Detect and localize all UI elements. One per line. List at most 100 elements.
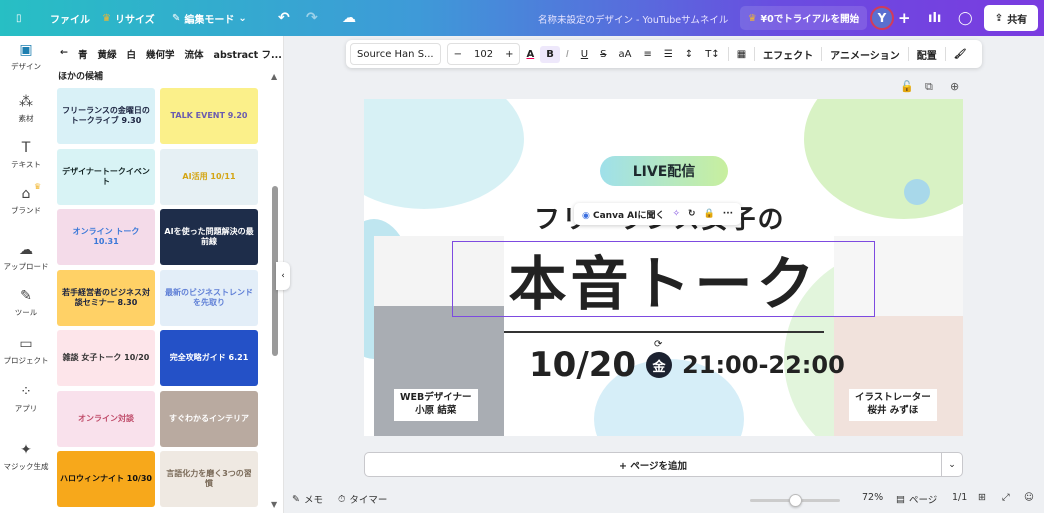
cloud-save-icon[interactable]: ☁ [342,0,356,36]
scroll-up-icon[interactable]: ▲ [271,72,277,81]
template-thumbnail[interactable]: TALK EVENT 9.20 [160,88,258,144]
divider [754,47,756,61]
add-page-dropdown[interactable]: ⌄ [941,452,963,477]
vertical-text-icon[interactable]: T↕ [699,49,726,60]
template-thumbnail[interactable]: オンライン トーク 10.31 [57,209,155,265]
assistant-icon[interactable]: ☺ [1024,492,1034,503]
more-icon[interactable]: ··· [723,209,733,219]
template-thumbnail[interactable]: デザイナートークイベント [57,148,155,205]
chip[interactable]: 幾何学 [146,47,175,61]
back-arrow-icon[interactable]: ← [60,47,68,61]
template-thumbnail[interactable]: 完全攻略ガイド 6.21 [160,330,258,386]
magic-wand-icon[interactable]: ✧ [672,209,680,219]
template-thumbnail[interactable]: 言語化力を磨く3つの習慣 [160,451,258,507]
chip[interactable]: 白 [127,47,137,61]
lock-icon[interactable]: 🔒 [704,209,715,219]
comment-icon[interactable]: ◯ [958,0,973,36]
italic-icon[interactable]: I [560,49,575,60]
document-title[interactable]: 名称未設定のデザイン - YouTubeサムネイル [538,12,728,26]
zoom-slider[interactable] [750,494,840,507]
apps-icon: ⁘ [20,384,32,400]
case-icon[interactable]: aA [612,49,637,60]
trial-button[interactable]: ♛ ¥0でトライアルを開始 [740,6,868,30]
notes-icon: ✎ [292,493,300,505]
text-color-icon[interactable]: A [520,49,540,60]
chip[interactable]: 黄緑 [97,47,116,61]
rail-item-folder[interactable]: ▭ プロジェクト [0,336,52,366]
lock-icon[interactable]: 🔓 [900,80,914,93]
duplicate-icon[interactable]: ⧉ [925,80,933,94]
rail-item-design[interactable]: ▣ デザイン [0,42,52,72]
position-button[interactable]: 配置 [911,47,943,62]
chip[interactable]: 青 [78,47,88,61]
share-button[interactable]: ⇪ 共有 [984,5,1038,31]
canva-ai-label: Canva AIに聞く [593,210,665,221]
rail-item-apps[interactable]: ⁘ アプリ [0,384,52,414]
transparency-icon[interactable]: ▦ [731,49,752,60]
canva-ai-button[interactable]: ◉ Canva AIに聞く [582,208,664,221]
underline-icon[interactable]: U [575,49,594,60]
avatar[interactable]: Y [870,6,894,30]
rail-item-elements[interactable]: ⁂ 素材 [0,94,52,124]
add-page-button[interactable]: + ページを追加 [364,452,942,477]
scroll-down-icon[interactable]: ▼ [271,500,277,509]
live-badge[interactable]: LIVE配信 [600,156,728,186]
rail-label: デザイン [11,62,41,71]
strikethrough-icon[interactable]: S [594,49,612,60]
right-person-label[interactable]: イラストレーター 桜井 みずほ [849,389,937,421]
pages-button[interactable]: ▤ ページ [896,492,937,507]
rail-item-tools[interactable]: ✎ ツール [0,288,52,318]
main-title-text[interactable]: 本音トーク [452,241,875,318]
file-menu[interactable]: ファイル [50,0,90,36]
template-thumbnail[interactable]: 若手経営者のビジネス対談セミナー 8.30 [57,269,155,326]
template-thumbnail[interactable]: すぐわかるインテリア [160,390,258,447]
redo-icon[interactable]: ↷ [306,0,318,36]
template-thumbnail[interactable]: AI活用 10/11 [160,148,258,205]
paint-format-icon[interactable]: 🖌 [948,49,973,60]
font-size-stepper[interactable]: − 102 + [446,43,521,65]
align-icon[interactable]: ≡ [637,49,657,60]
undo-icon[interactable]: ↶ [278,0,290,36]
grid-view-icon[interactable]: ⊞ [978,492,986,503]
template-thumbnail[interactable]: AIを使った問題解決の最前線 [160,209,258,265]
notes-button[interactable]: ✎ メモ [292,492,323,507]
add-collaborator-icon[interactable]: + [898,0,911,36]
design-icon: ▣ [19,42,33,58]
edit-mode-dropdown[interactable]: ✎ 編集モード ⌄ [172,0,247,36]
zoom-slider-knob[interactable] [789,494,802,507]
rail-item-upload[interactable]: ☁ アップロード [0,242,52,272]
fullscreen-icon[interactable]: ⤢ [1002,492,1010,503]
template-thumbnail[interactable]: オンライン対談 [57,390,155,447]
animation-button[interactable]: アニメーション [824,47,906,62]
rail-item-text[interactable]: T テキスト [0,140,52,170]
spacing-icon[interactable]: ↕ [679,49,699,60]
timer-button[interactable]: ⏱ タイマー [338,492,387,507]
decrease-size-button[interactable]: − [448,49,468,60]
template-thumbnail[interactable]: フリーランスの金曜日のトークライブ 9.30 [57,88,155,144]
crown-icon: ♛ [34,182,42,191]
sidebar-toggle-icon[interactable]: ▯ [16,0,22,36]
rail-label: アップロード [3,262,49,271]
zoom-value[interactable]: 72% [862,492,883,503]
analytics-icon[interactable]: ılı [928,0,941,36]
template-thumbnail[interactable]: ハロウィンナイト 10/30 [57,451,155,507]
template-thumbnail[interactable]: 最新のビジネストレンドを先取り [160,269,258,326]
list-icon[interactable]: ☰ [658,49,679,60]
chip[interactable]: abstract フ... [214,47,282,61]
collapse-panel-button[interactable]: ‹ [276,262,290,290]
font-size-value[interactable]: 102 [468,49,499,60]
left-person-label[interactable]: WEBデザイナー 小原 結菜 [394,389,478,421]
increase-size-button[interactable]: + [499,49,519,60]
bold-icon[interactable]: B [540,45,560,63]
add-page-icon[interactable]: ⊕ [950,80,959,93]
rail-item-brand[interactable]: ⌂ ブランド ♛ [0,182,52,216]
chip[interactable]: 流体 [185,47,204,61]
resize-button[interactable]: ♛ リサイズ [102,0,155,36]
date-time[interactable]: 10/20 金 21:00-22:00 [529,345,845,385]
rail-item-magic[interactable]: ✦ マジック生成 [0,442,52,472]
comment-add-icon[interactable]: ↻ [688,209,696,219]
effects-button[interactable]: エフェクト [757,47,819,62]
template-thumbnail[interactable]: 雑談 女子トーク 10/20 [57,330,155,386]
font-selector[interactable]: Source Han S... [350,43,441,65]
design-canvas[interactable]: LIVE配信 フリーランス女子の ◉ Canva AIに聞く ✧ ↻ 🔒 ···… [364,99,963,436]
